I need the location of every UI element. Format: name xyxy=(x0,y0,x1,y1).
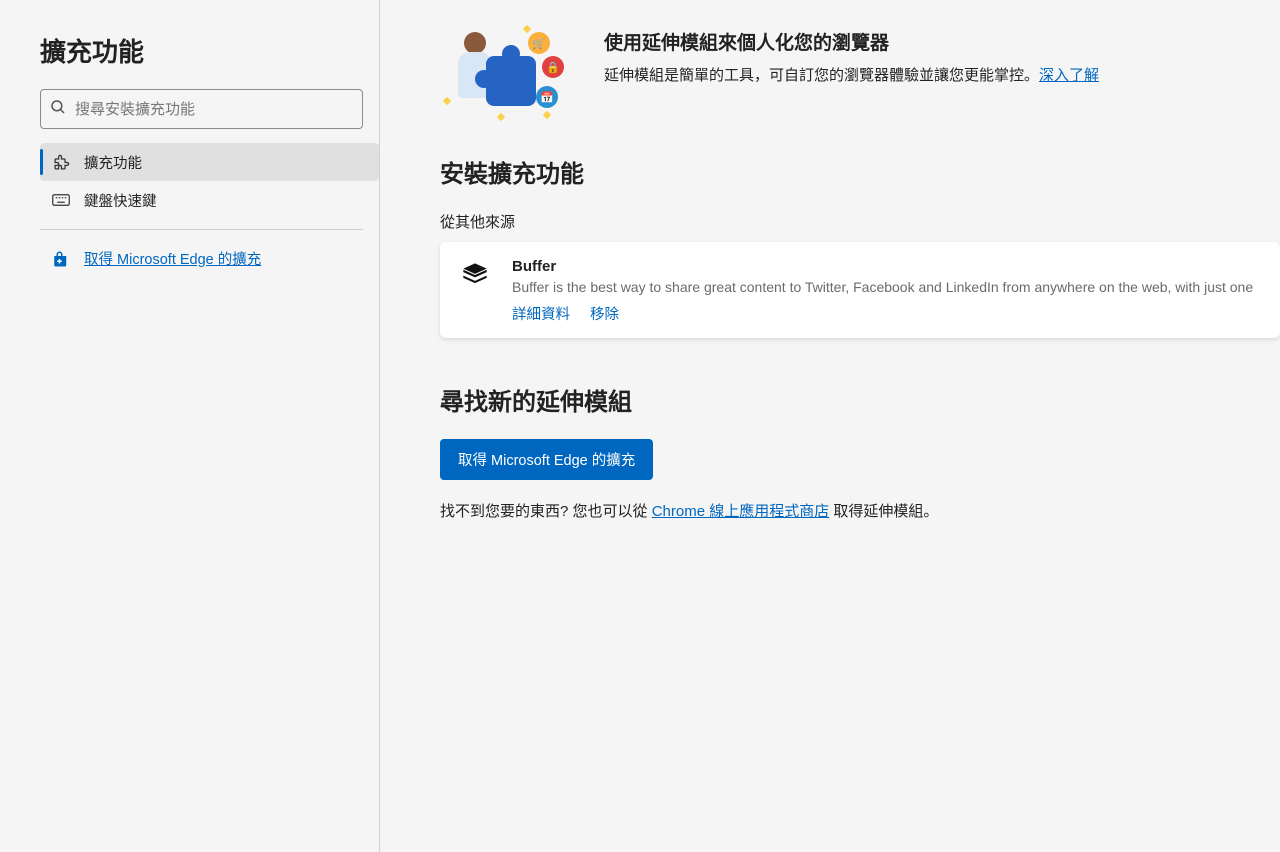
store-link[interactable]: 取得 Microsoft Edge 的擴充 xyxy=(84,248,261,269)
details-link[interactable]: 詳細資料 xyxy=(512,303,570,324)
sidebar-item-label: 擴充功能 xyxy=(84,152,142,173)
learn-more-link[interactable]: 深入了解 xyxy=(1039,67,1099,84)
store-icon xyxy=(52,250,70,268)
remove-link[interactable]: 移除 xyxy=(590,303,619,324)
sidebar-store-link-row: 取得 Microsoft Edge 的擴充 xyxy=(40,244,363,273)
extension-body: Buffer Buffer is the best way to share g… xyxy=(512,258,1258,324)
divider xyxy=(40,229,363,230)
hero-text: 使用延伸模組來個人化您的瀏覽器 延伸模組是簡單的工具，可自訂您的瀏覽器體驗並讓您… xyxy=(604,28,1099,88)
sidebar-item-keyboard-shortcuts[interactable]: 鍵盤快速鍵 xyxy=(40,181,379,219)
get-edge-extensions-button[interactable]: 取得 Microsoft Edge 的擴充 xyxy=(440,439,653,480)
buffer-icon xyxy=(460,260,490,290)
find-help-text: 找不到您要的東西? 您也可以從 Chrome 線上應用程式商店 取得延伸模組。 xyxy=(440,500,1280,521)
sidebar: 擴充功能 擴充功能 鍵盤快速鍵 xyxy=(0,0,380,852)
keyboard-icon xyxy=(52,191,70,209)
installed-section-title: 安裝擴充功能 xyxy=(440,154,1280,189)
main-content: 🛒 🔒 📅 使用延伸模組來個人化您的瀏覽器 延伸模組是簡單的工具，可自訂您的瀏覽… xyxy=(380,0,1280,852)
puzzle-icon xyxy=(52,153,70,171)
search-icon xyxy=(49,98,75,121)
sidebar-item-extensions[interactable]: 擴充功能 xyxy=(40,143,379,181)
chrome-web-store-link[interactable]: Chrome 線上應用程式商店 xyxy=(652,503,830,520)
search-input[interactable] xyxy=(75,101,354,118)
extension-description: Buffer is the best way to share great co… xyxy=(512,279,1258,295)
extension-actions: 詳細資料 移除 xyxy=(512,303,1258,324)
find-section: 尋找新的延伸模組 取得 Microsoft Edge 的擴充 找不到您要的東西?… xyxy=(440,382,1280,521)
page-title: 擴充功能 xyxy=(40,32,363,69)
hero-banner: 🛒 🔒 📅 使用延伸模組來個人化您的瀏覽器 延伸模組是簡單的工具，可自訂您的瀏覽… xyxy=(440,28,1280,120)
search-input-wrap[interactable] xyxy=(40,89,363,129)
find-section-title: 尋找新的延伸模組 xyxy=(440,382,1280,417)
hero-body: 延伸模組是簡單的工具，可自訂您的瀏覽器體驗並讓您更能掌控。深入了解 xyxy=(604,65,1099,88)
extension-name: Buffer xyxy=(512,258,1258,275)
sidebar-item-label: 鍵盤快速鍵 xyxy=(84,190,157,211)
source-label: 從其他來源 xyxy=(440,211,1280,232)
hero-title: 使用延伸模組來個人化您的瀏覽器 xyxy=(604,28,1099,55)
sidebar-nav: 擴充功能 鍵盤快速鍵 xyxy=(40,143,379,219)
hero-illustration: 🛒 🔒 📅 xyxy=(440,28,576,120)
extension-card: Buffer Buffer is the best way to share g… xyxy=(440,242,1280,338)
